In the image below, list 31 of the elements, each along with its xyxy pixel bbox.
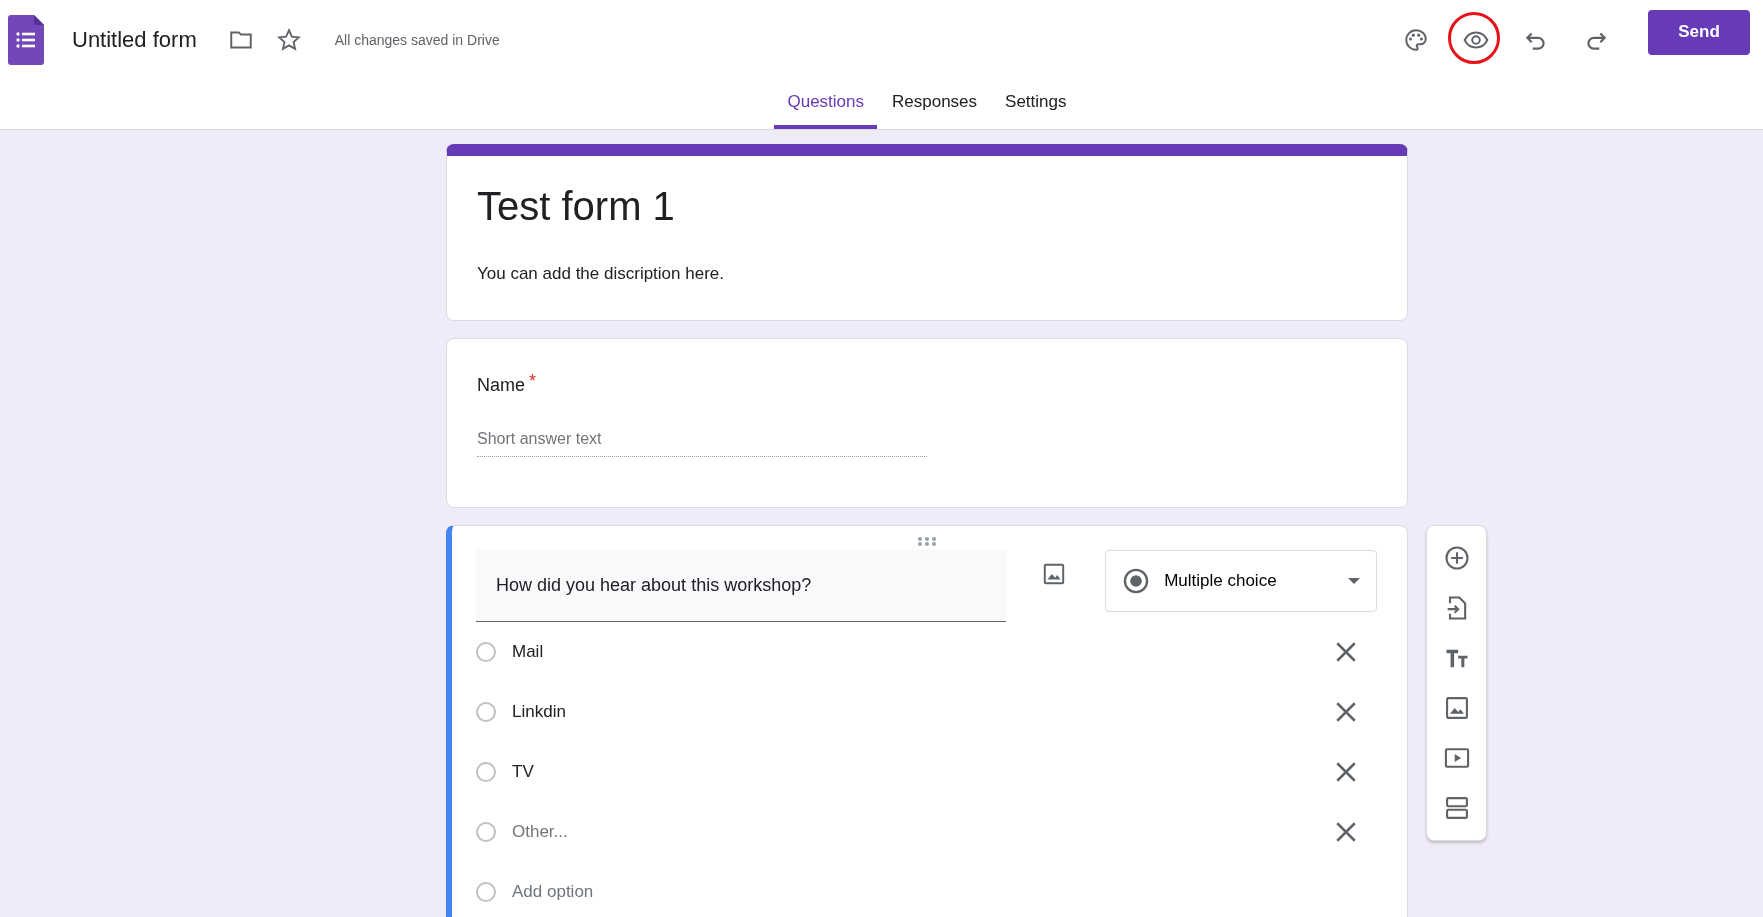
send-button[interactable]: Send — [1648, 9, 1750, 55]
palette-icon[interactable] — [1403, 27, 1429, 53]
star-icon[interactable] — [275, 27, 302, 53]
save-status: All changes saved in Drive — [334, 32, 500, 48]
add-option-field[interactable]: Add option — [512, 882, 1377, 902]
short-answer-field: Short answer text — [477, 430, 927, 457]
radio-button[interactable] — [476, 762, 496, 782]
dropdown-arrow-icon — [1348, 578, 1360, 584]
form-description[interactable]: You can add the discription here. — [477, 264, 1377, 284]
required-asterisk: * — [529, 371, 537, 391]
highlight-circle — [1448, 12, 1500, 64]
form-heading[interactable]: Test form 1 — [477, 182, 1377, 230]
tab[interactable]: Settings — [992, 80, 1080, 129]
tab[interactable]: Responses — [879, 80, 991, 129]
question-title[interactable]: Name — [477, 375, 525, 395]
drag-handle-icon[interactable] — [915, 536, 938, 546]
option-label[interactable]: Other... — [512, 822, 1331, 842]
plus-circle-icon[interactable] — [1442, 544, 1471, 572]
forms-logo-icon[interactable] — [8, 15, 44, 65]
form-title[interactable]: Untitled form — [72, 27, 197, 53]
question-field[interactable]: How did you hear about this workshop? — [476, 550, 1007, 622]
radio-icon — [1122, 567, 1151, 595]
question-type-dropdown[interactable]: Multiple choice — [1105, 550, 1377, 612]
tab[interactable]: Questions — [774, 80, 877, 129]
radio-button[interactable] — [476, 882, 496, 902]
radio-button[interactable] — [476, 822, 496, 842]
option-label[interactable]: Mail — [512, 642, 1331, 662]
option-label[interactable]: TV — [512, 762, 1331, 782]
radio-button[interactable] — [476, 702, 496, 722]
option-label[interactable]: Linkdin — [512, 702, 1331, 722]
radio-button[interactable] — [476, 642, 496, 662]
